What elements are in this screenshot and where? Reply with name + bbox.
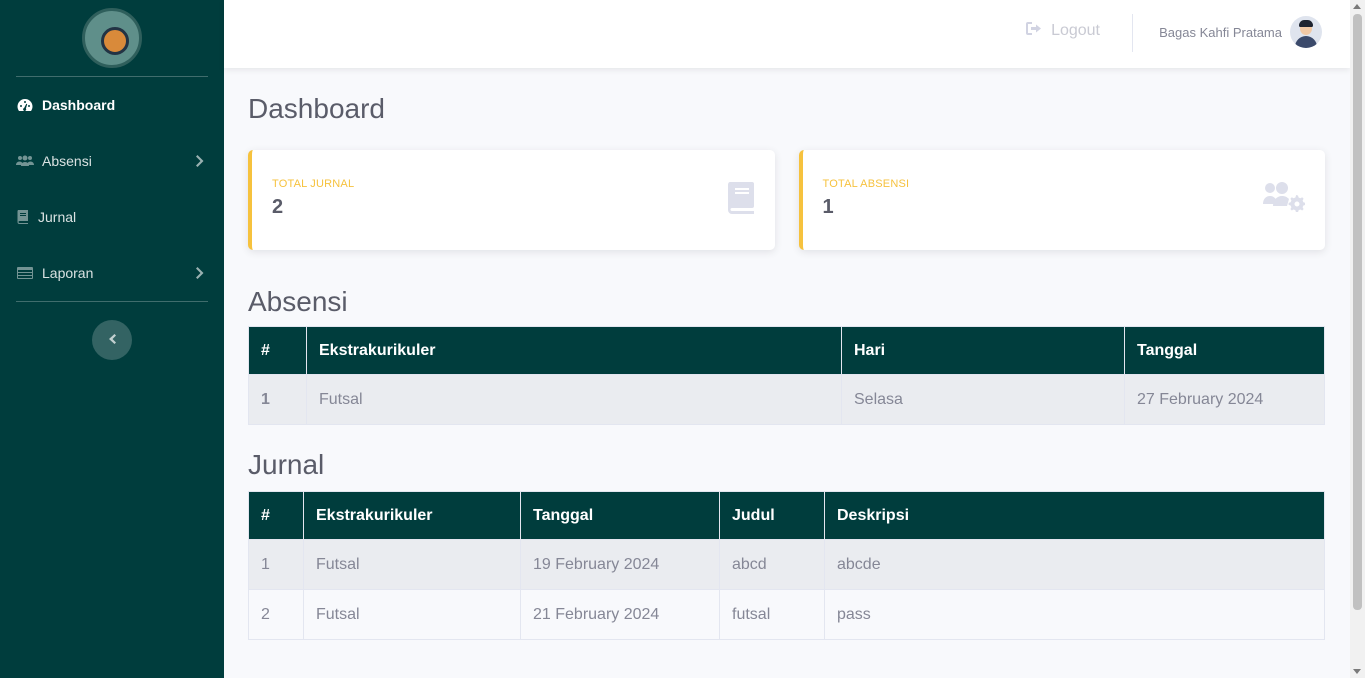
cell: futsal [719, 589, 825, 640]
main-content: Dashboard TOTAL JURNAL 2 TOTAL ABSENSI 1… [248, 68, 1325, 640]
section-title-jurnal: Jurnal [248, 449, 325, 480]
absensi-table: # Ekstrakurikuler Hari Tanggal 1 Futsal … [248, 326, 1325, 425]
column-header: # [248, 491, 304, 540]
scroll-thumb[interactable] [1353, 14, 1362, 610]
sidebar-item-label: Laporan [42, 265, 94, 281]
brand[interactable] [0, 0, 224, 76]
column-header: Ekstrakurikuler [306, 326, 842, 375]
scroll-up-arrow[interactable] [1353, 4, 1361, 9]
logout-link[interactable]: Logout [1026, 22, 1100, 40]
table-icon [16, 266, 34, 280]
table-header-row: # Ekstrakurikuler Tanggal Judul Deskrips… [248, 491, 1325, 540]
cell: 2 [248, 589, 304, 640]
cell: Futsal [303, 539, 521, 590]
logout-label: Logout [1051, 22, 1100, 39]
chevron-left-icon [108, 331, 116, 349]
users-cog-icon [1263, 182, 1306, 217]
cell: 21 February 2024 [520, 589, 720, 640]
column-header: Hari [841, 326, 1125, 375]
stat-cards: TOTAL JURNAL 2 TOTAL ABSENSI 1 [248, 150, 1325, 250]
column-header: Ekstrakurikuler [303, 491, 521, 540]
table-header-row: # Ekstrakurikuler Hari Tanggal [248, 326, 1325, 375]
cell: abcd [719, 539, 825, 590]
sidebar-item-jurnal[interactable]: Jurnal [0, 189, 224, 245]
table-row: 1 Futsal 19 February 2024 abcd abcde [248, 539, 1325, 590]
table-row: 1 Futsal Selasa 27 February 2024 [248, 374, 1325, 425]
cell: Selasa [841, 374, 1125, 425]
card-label: TOTAL ABSENSI [822, 178, 910, 190]
card-total-jurnal: TOTAL JURNAL 2 [248, 150, 775, 250]
sidebar-item-laporan[interactable]: Laporan [0, 245, 224, 301]
avatar[interactable] [1290, 16, 1322, 48]
column-header: Deskripsi [824, 491, 1325, 540]
cell: Futsal [303, 589, 521, 640]
table-row: 2 Futsal 21 February 2024 futsal pass [248, 589, 1325, 640]
chevron-right-icon [196, 154, 204, 168]
column-header: Judul [719, 491, 825, 540]
sidebar-item-absensi[interactable]: Absensi [0, 133, 224, 189]
column-header: Tanggal [520, 491, 720, 540]
cell: 1 [248, 539, 304, 590]
page-scrollbar[interactable] [1350, 0, 1365, 678]
card-value: 2 [272, 196, 284, 218]
column-header: # [248, 326, 307, 375]
card-total-absensi: TOTAL ABSENSI 1 [798, 150, 1325, 250]
sidebar-item-label: Dashboard [42, 97, 116, 113]
sidebar-toggle-wrap [0, 320, 224, 360]
topbar: Logout Bagas Kahfi Pratama [224, 0, 1350, 68]
cell: 27 February 2024 [1124, 374, 1325, 425]
sidebar-item-label: Jurnal [38, 209, 77, 225]
sidebar-toggle-button[interactable] [92, 320, 132, 360]
scroll-down-arrow[interactable] [1353, 669, 1361, 674]
cell: pass [824, 589, 1325, 640]
cell: Futsal [306, 374, 842, 425]
cell: abcde [824, 539, 1325, 590]
cell: 1 [248, 374, 307, 425]
tachometer-icon [16, 98, 34, 112]
card-value: 1 [822, 196, 834, 218]
book-icon [727, 182, 755, 219]
user-name: Bagas Kahfi Pratama [1159, 24, 1282, 40]
sidebar-item-label: Absensi [42, 153, 92, 169]
sign-out-icon [1026, 22, 1051, 40]
user-menu[interactable]: Bagas Kahfi Pratama [1159, 16, 1322, 48]
page-title: Dashboard [248, 93, 385, 124]
chevron-right-icon [196, 266, 204, 280]
users-cog-icon [16, 154, 34, 168]
topbar-divider [1132, 14, 1133, 52]
sidebar: Dashboard Absensi Jurnal Laporan [0, 0, 224, 678]
jurnal-table: # Ekstrakurikuler Tanggal Judul Deskrips… [248, 491, 1325, 640]
sidebar-divider [16, 301, 208, 302]
column-header: Tanggal [1124, 326, 1325, 375]
sidebar-item-dashboard[interactable]: Dashboard [0, 77, 224, 133]
book-icon [16, 210, 30, 224]
school-logo[interactable] [82, 8, 142, 68]
section-title-absensi: Absensi [248, 286, 348, 317]
card-label: TOTAL JURNAL [272, 178, 355, 190]
cell: 19 February 2024 [520, 539, 720, 590]
